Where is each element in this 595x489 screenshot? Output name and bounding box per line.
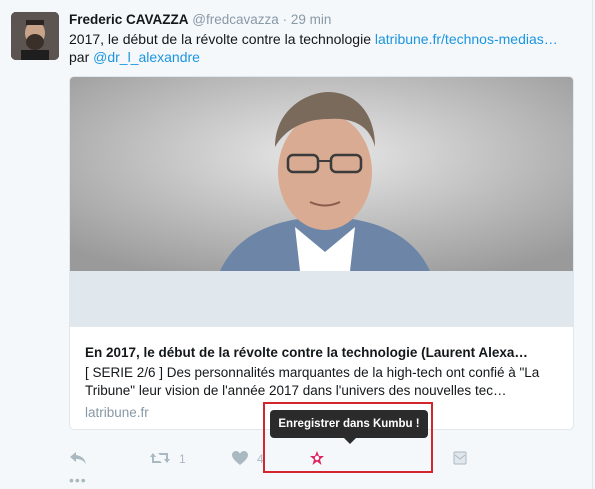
dm-icon — [453, 451, 467, 468]
reply-icon — [69, 450, 87, 469]
retweet-count: 1 — [179, 452, 186, 466]
tweet-text-by: par — [69, 49, 94, 65]
author-handle[interactable]: @fredcavazza — [192, 12, 279, 27]
retweet-button[interactable]: 1 — [149, 448, 186, 470]
tweet-time[interactable]: 29 min — [291, 12, 332, 27]
header-separator: · — [282, 12, 288, 27]
card-description: [ SERIE 2/6 ] Des personnalités marquant… — [85, 365, 540, 398]
kumbu-tooltip: Enregistrer dans Kumbu ! — [270, 410, 428, 438]
card-image-bottom — [70, 271, 573, 327]
timeline-border — [592, 0, 593, 489]
dm-button[interactable] — [453, 448, 467, 470]
card-title[interactable]: En 2017, le début de la révolte contre l… — [85, 344, 560, 362]
retweet-icon — [149, 450, 171, 469]
heart-icon — [231, 450, 249, 469]
card-domain: latribune.fr — [85, 405, 149, 420]
more-dots-icon[interactable]: ••• — [69, 472, 87, 488]
author-name[interactable]: Frederic CAVAZZA — [69, 12, 189, 27]
tweet-mention[interactable]: @dr_l_alexandre — [93, 49, 200, 65]
tweet-text-main: 2017, le début de la révolte contre la t… — [69, 31, 375, 47]
avatar[interactable] — [11, 12, 59, 60]
card-image[interactable] — [70, 77, 573, 271]
reply-button[interactable] — [69, 448, 87, 470]
tweet-link[interactable]: latribune.fr/technos-medias… — [375, 31, 558, 47]
link-card[interactable]: En 2017, le début de la révolte contre l… — [69, 76, 574, 430]
tweet[interactable]: Frederic CAVAZZA @fredcavazza · 29 min 2… — [0, 0, 595, 489]
tweet-header: Frederic CAVAZZA @fredcavazza · 29 min — [69, 11, 331, 29]
like-button[interactable]: 4 — [231, 448, 264, 470]
tooltip-arrow — [344, 438, 356, 444]
tweet-text: 2017, le début de la révolte contre la t… — [69, 30, 579, 66]
